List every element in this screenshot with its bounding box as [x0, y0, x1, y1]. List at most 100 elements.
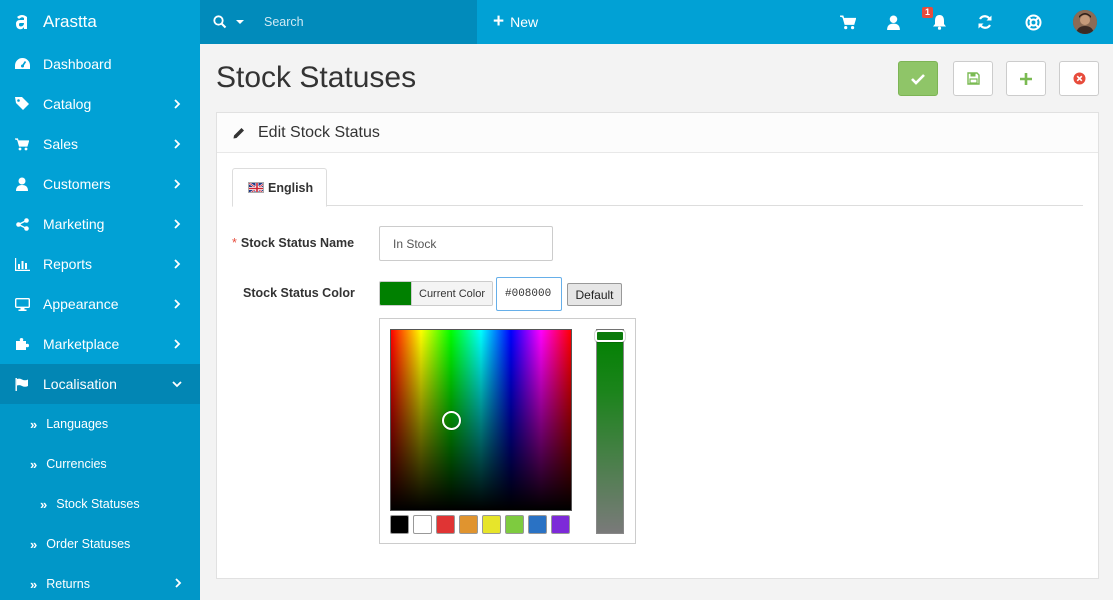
current-color-label: Current Color [411, 282, 493, 305]
sidebar-item-label: Customers [43, 176, 111, 192]
uk-flag-icon [248, 182, 264, 193]
sidebar-subitem-languages[interactable]: » Languages [0, 404, 200, 444]
sidebar-item-sales[interactable]: Sales [0, 124, 200, 164]
sidebar-item-catalog[interactable]: Catalog [0, 84, 200, 124]
chevron-right-icon [174, 139, 181, 149]
sidebar-item-label: Appearance [43, 296, 119, 312]
sidebar-item-marketing[interactable]: Marketing [0, 204, 200, 244]
stock-status-name-input[interactable] [379, 226, 553, 261]
top-bar: + New 1 [200, 0, 1113, 44]
sidebar-item-label: Catalog [43, 96, 92, 112]
search-input[interactable] [264, 15, 444, 29]
desktop-icon [14, 296, 30, 312]
pencil-icon [233, 127, 244, 138]
current-color-swatch [380, 282, 411, 305]
sidebar-subitem-stock-statuses[interactable]: » Stock Statuses [0, 484, 200, 524]
spectrum-marker[interactable] [442, 411, 461, 430]
tab-label: English [268, 180, 314, 195]
stock-status-color-label: Stock Status Color [243, 286, 355, 300]
color-spectrum[interactable] [390, 329, 572, 511]
tags-icon [14, 96, 30, 112]
sidebar-item-appearance[interactable]: Appearance [0, 284, 200, 324]
color-picker [379, 318, 636, 544]
sidebar-item-label: Marketing [43, 216, 105, 232]
page-title: Stock Statuses [216, 61, 417, 94]
plus-icon [1020, 72, 1032, 85]
preset-swatch[interactable] [551, 515, 570, 534]
preset-swatch[interactable] [505, 515, 524, 534]
sidebar-subitem-label: Stock Statuses [56, 497, 140, 511]
cart-icon [14, 136, 30, 152]
lightness-slider[interactable] [595, 329, 625, 534]
add-new-button[interactable] [1006, 61, 1046, 96]
support-icon[interactable] [1024, 13, 1042, 31]
avatar[interactable] [1073, 10, 1097, 34]
lightness-slider-thumb[interactable] [595, 330, 625, 342]
notification-badge: 1 [922, 7, 934, 18]
puzzle-icon [14, 336, 30, 352]
double-chevron-icon: » [30, 416, 38, 432]
sidebar-subitem-order-statuses[interactable]: » Order Statuses [0, 524, 200, 564]
save-stay-button[interactable] [953, 61, 993, 96]
brand[interactable]: Arastta [0, 0, 200, 44]
sidebar: Arastta Dashboard Catalog Sales Customer… [0, 0, 200, 600]
sidebar-item-localisation[interactable]: Localisation [0, 364, 200, 404]
sidebar-subitem-label: Order Statuses [46, 537, 131, 551]
sidebar-item-customers[interactable]: Customers [0, 164, 200, 204]
sidebar-subitem-label: Returns [46, 577, 91, 591]
sidebar-item-reports[interactable]: Reports [0, 244, 200, 284]
preset-swatch[interactable] [413, 515, 432, 534]
preset-swatch[interactable] [528, 515, 547, 534]
edit-panel: Edit Stock Status English * Stock Status … [216, 112, 1099, 579]
chevron-right-icon [175, 578, 182, 588]
double-chevron-icon: » [30, 576, 38, 592]
avatar-image [1073, 10, 1097, 34]
preset-swatch[interactable] [459, 515, 478, 534]
refresh-icon[interactable] [976, 13, 994, 31]
sidebar-subitem-label: Languages [46, 417, 109, 431]
cart-icon[interactable] [839, 13, 857, 31]
sidebar-item-label: Dashboard [43, 56, 112, 72]
preset-swatches [390, 515, 574, 534]
sidebar-item-label: Marketplace [43, 336, 120, 352]
sidebar-subitem-returns[interactable]: » Returns [0, 564, 200, 600]
tab-english[interactable]: English [232, 168, 327, 207]
floppy-icon [966, 72, 980, 85]
cancel-button[interactable] [1059, 61, 1099, 96]
sidebar-item-marketplace[interactable]: Marketplace [0, 324, 200, 364]
close-circle-icon [1073, 72, 1085, 85]
sidebar-item-label: Sales [43, 136, 79, 152]
sidebar-subitem-currencies[interactable]: » Currencies [0, 444, 200, 484]
search-box [200, 0, 477, 44]
preset-swatch[interactable] [390, 515, 409, 534]
chevron-right-icon [174, 219, 181, 229]
chevron-right-icon [174, 179, 181, 189]
share-icon [14, 216, 30, 232]
default-color-button[interactable]: Default [567, 283, 622, 306]
color-hex-input[interactable] [496, 277, 562, 311]
required-marker: * [232, 236, 237, 250]
user-icon [14, 176, 30, 192]
sidebar-item-label: Reports [43, 256, 93, 272]
plus-icon: + [493, 11, 505, 32]
preset-swatch[interactable] [436, 515, 455, 534]
preset-swatch[interactable] [482, 515, 501, 534]
new-label: New [510, 13, 539, 30]
double-chevron-icon: » [30, 456, 38, 472]
sidebar-subitem-label: Currencies [46, 457, 107, 471]
user-icon[interactable] [884, 13, 902, 31]
save-button[interactable] [898, 61, 938, 96]
bar-chart-icon [14, 256, 30, 272]
brand-name: Arastta [43, 12, 97, 31]
caret-down-icon[interactable] [236, 18, 244, 26]
chevron-right-icon [174, 299, 181, 309]
current-color-group[interactable]: Current Color [379, 281, 494, 306]
sidebar-item-dashboard[interactable]: Dashboard [0, 44, 200, 84]
new-button[interactable]: + New [493, 12, 538, 31]
double-chevron-icon: » [30, 536, 38, 552]
panel-title: Edit Stock Status [258, 123, 380, 141]
search-icon[interactable] [213, 15, 227, 29]
chevron-right-icon [174, 99, 181, 109]
chevron-right-icon [174, 259, 181, 269]
panel-heading: Edit Stock Status [217, 113, 1098, 153]
